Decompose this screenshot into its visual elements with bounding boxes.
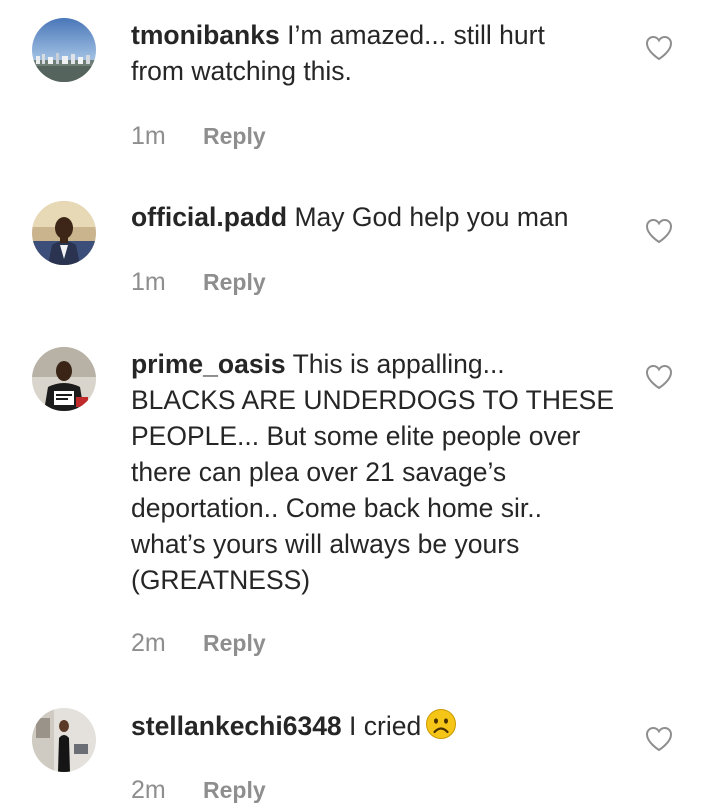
comment-meta: 2m Reply <box>131 775 266 805</box>
avatar[interactable] <box>32 201 96 265</box>
person-avatar-icon <box>32 347 96 411</box>
avatar[interactable] <box>32 708 96 772</box>
comment-body: I cried <box>349 711 422 741</box>
comment-body: This is appalling... BLACKS ARE UNDERDOG… <box>131 349 615 595</box>
reply-button[interactable]: Reply <box>203 267 266 297</box>
comment-item: stellankechi6348 I cried 2m Reply <box>0 675 720 810</box>
avatar[interactable] <box>32 347 96 411</box>
avatar[interactable] <box>32 18 96 82</box>
heart-outline-icon <box>645 218 673 244</box>
comment-body: May God help you man <box>294 202 569 232</box>
reply-button[interactable]: Reply <box>203 775 266 805</box>
comment-username[interactable]: tmonibanks <box>131 20 280 50</box>
like-button[interactable] <box>645 35 673 61</box>
frowning-face-emoji <box>425 708 457 740</box>
heart-outline-icon <box>645 35 673 61</box>
comment-timestamp: 1m <box>131 268 166 296</box>
comments-list: tmonibanks I’m amazed... still hurt from… <box>0 0 720 810</box>
comment-text: prime_oasis This is appalling... BLACKS … <box>131 346 621 598</box>
comment-item: prime_oasis This is appalling... BLACKS … <box>0 330 720 675</box>
comment-text: tmonibanks I’m amazed... still hurt from… <box>131 17 621 89</box>
like-button[interactable] <box>645 364 673 390</box>
comment-meta: 2m Reply <box>131 628 266 658</box>
reply-button[interactable]: Reply <box>203 628 266 658</box>
landscape-avatar-icon <box>32 18 96 82</box>
comment-item: official.padd May God help you man 1m Re… <box>0 170 720 330</box>
heart-outline-icon <box>645 726 673 752</box>
comment-username[interactable]: stellankechi6348 <box>131 711 342 741</box>
person-avatar-icon <box>32 201 96 265</box>
like-button[interactable] <box>645 726 673 752</box>
comment-text: stellankechi6348 I cried <box>131 708 621 744</box>
comment-item: tmonibanks I’m amazed... still hurt from… <box>0 0 720 170</box>
comment-text: official.padd May God help you man <box>131 199 621 235</box>
comment-timestamp: 2m <box>131 776 166 804</box>
person-avatar-icon <box>32 708 96 772</box>
comment-username[interactable]: official.padd <box>131 202 287 232</box>
comment-meta: 1m Reply <box>131 121 266 151</box>
comment-username[interactable]: prime_oasis <box>131 349 286 379</box>
heart-outline-icon <box>645 364 673 390</box>
comment-timestamp: 2m <box>131 629 166 657</box>
comment-timestamp: 1m <box>131 122 166 150</box>
comment-meta: 1m Reply <box>131 267 266 297</box>
like-button[interactable] <box>645 218 673 244</box>
reply-button[interactable]: Reply <box>203 121 266 151</box>
